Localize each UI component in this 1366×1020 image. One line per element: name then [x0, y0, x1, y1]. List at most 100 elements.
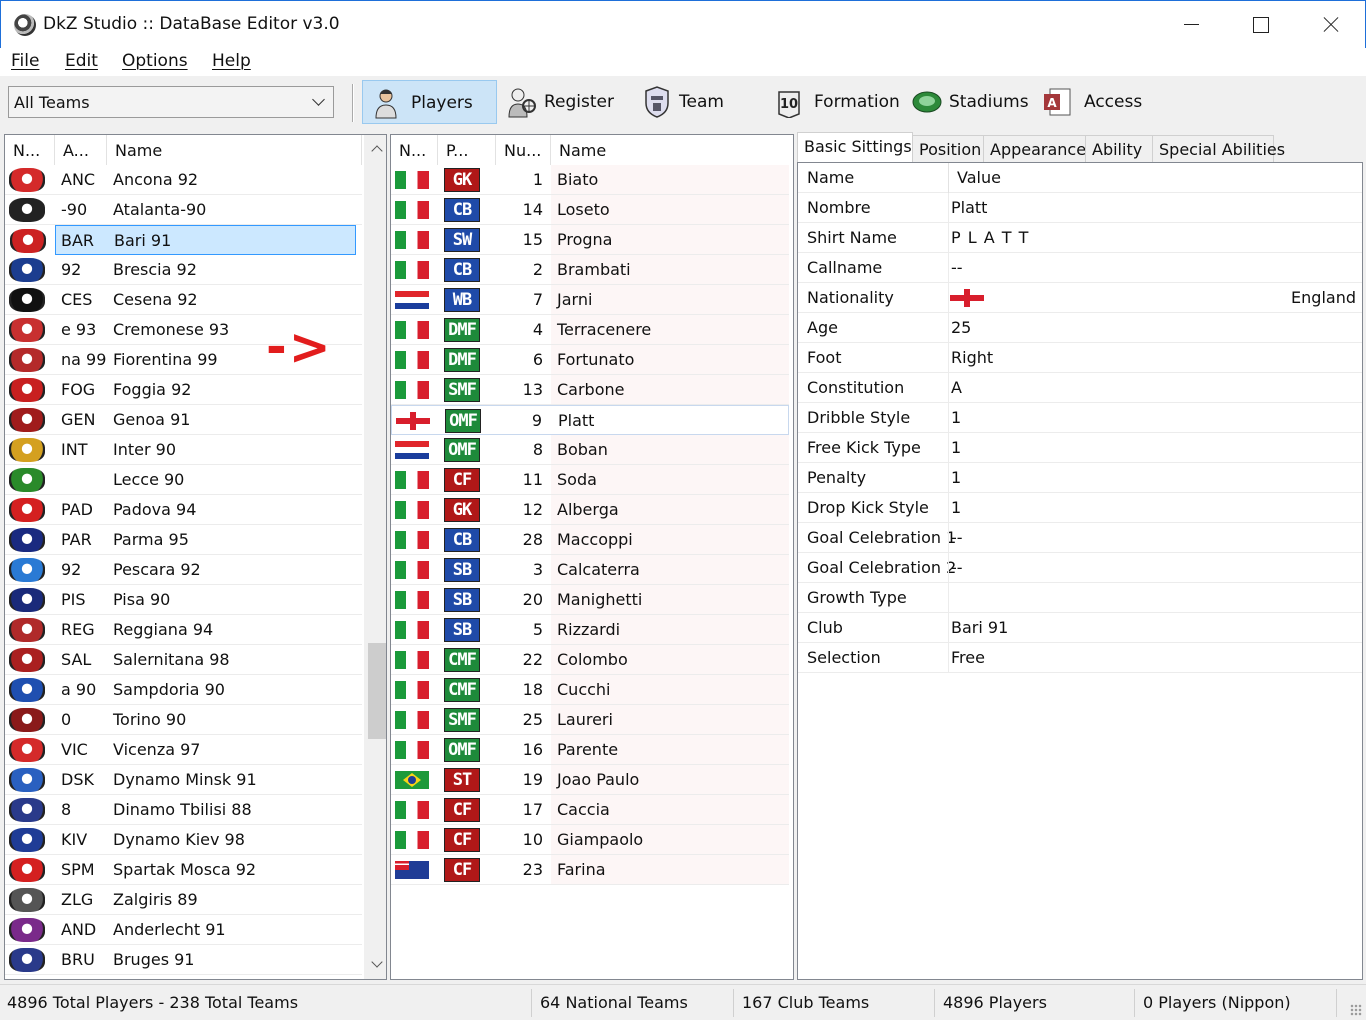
team-row[interactable]: Lecce 90	[5, 465, 362, 495]
close-button[interactable]	[1316, 11, 1346, 39]
player-row[interactable]: CB 2 Brambati	[391, 255, 789, 285]
team-row[interactable]: VIC Vicenza 97	[5, 735, 362, 765]
team-row[interactable]: GEN Genoa 91	[5, 405, 362, 435]
player-row[interactable]: CF 11 Soda	[391, 465, 789, 495]
player-row[interactable]: SB 20 Manighetti	[391, 585, 789, 615]
team-row[interactable]: ZLG Zalgiris 89	[5, 885, 362, 915]
player-row[interactable]: GK 1 Biato	[391, 165, 789, 195]
minimize-button[interactable]	[1176, 11, 1206, 39]
player-row[interactable]: ST 19 Joao Paulo	[391, 765, 789, 795]
property-row[interactable]: Shirt Name P L A T T	[798, 223, 1362, 253]
player-row[interactable]: DMF 4 Terracenere	[391, 315, 789, 345]
property-row[interactable]: Penalty 1	[798, 463, 1362, 493]
property-row[interactable]: Dribble Style 1	[798, 403, 1362, 433]
player-row[interactable]: CF 17 Caccia	[391, 795, 789, 825]
team-row[interactable]: -90 Atalanta-90	[5, 195, 362, 225]
tab-special-abilities[interactable]: Special Abilities	[1152, 135, 1285, 163]
team-row[interactable]: BRU Bruges 91	[5, 945, 362, 975]
property-row[interactable]: Free Kick Type 1	[798, 433, 1362, 463]
player-row[interactable]: CF 23 Farina	[391, 855, 789, 885]
player-row[interactable]: GK 12 Alberga	[391, 495, 789, 525]
team-row[interactable]: INT Inter 90	[5, 435, 362, 465]
property-row[interactable]: Goal Celebration 2 --	[798, 553, 1362, 583]
tab-basic-sittings[interactable]: Basic Sittings	[797, 132, 913, 164]
team-row[interactable]: CES Cesena 92	[5, 285, 362, 315]
formation-button[interactable]: 10 Formation	[766, 80, 906, 124]
player-row[interactable]: WB 7 Jarni	[391, 285, 789, 315]
player-row[interactable]: SMF 25 Laureri	[391, 705, 789, 735]
players-col-position[interactable]: P...	[438, 135, 496, 165]
property-row[interactable]: Constitution A	[798, 373, 1362, 403]
team-row[interactable]: REG Reggiana 94	[5, 615, 362, 645]
player-row[interactable]: CMF 18 Cucchi	[391, 675, 789, 705]
property-row[interactable]: Goal Celebration 1 --	[798, 523, 1362, 553]
player-row[interactable]: OMF 16 Parente	[391, 735, 789, 765]
property-row[interactable]: Nombre Platt	[798, 193, 1362, 223]
property-row[interactable]: Age 25	[798, 313, 1362, 343]
menu-help[interactable]: Help	[212, 51, 251, 71]
register-button[interactable]: Register	[498, 80, 618, 124]
menu-options[interactable]: Options	[122, 51, 188, 71]
player-row[interactable]: SB 3 Calcaterra	[391, 555, 789, 585]
team-row[interactable]: 92 Pescara 92	[5, 555, 362, 585]
player-row[interactable]: OMF 8 Boban	[391, 435, 789, 465]
player-row[interactable]: CB 14 Loseto	[391, 195, 789, 225]
team-row[interactable]: PAR Parma 95	[5, 525, 362, 555]
team-row[interactable]: FOG Foggia 92	[5, 375, 362, 405]
teams-scrollbar[interactable]	[364, 135, 386, 979]
property-row[interactable]: Foot Right	[798, 343, 1362, 373]
property-name: Callname	[807, 258, 883, 277]
team-row[interactable]: 8 Dinamo Tbilisi 88	[5, 795, 362, 825]
teams-col-name[interactable]: Name	[107, 135, 362, 165]
player-row[interactable]: SW 15 Progna	[391, 225, 789, 255]
player-row[interactable]: CMF 22 Colombo	[391, 645, 789, 675]
players-col-number[interactable]: Nu...	[496, 135, 551, 165]
team-filter-dropdown[interactable]: All Teams	[8, 86, 334, 118]
team-row[interactable]: BAR Bari 91	[10, 225, 356, 255]
players-button[interactable]: Players	[362, 80, 497, 124]
team-row[interactable]: 0 Torino 90	[5, 705, 362, 735]
property-row[interactable]: Club Bari 91	[798, 613, 1362, 643]
chevron-down-icon	[312, 93, 325, 106]
access-button[interactable]: A Access	[1034, 80, 1154, 124]
menu-edit[interactable]: Edit	[65, 51, 98, 71]
team-row[interactable]: PAD Padova 94	[5, 495, 362, 525]
teams-col-number[interactable]: N...	[5, 135, 55, 165]
player-row[interactable]: CB 28 Maccoppi	[391, 525, 789, 555]
player-row[interactable]: DMF 6 Fortunato	[391, 345, 789, 375]
team-row[interactable]: ANC Ancona 92	[5, 165, 362, 195]
maximize-button[interactable]	[1246, 11, 1276, 39]
player-row[interactable]: SB 5 Rizzardi	[391, 615, 789, 645]
scroll-up-icon[interactable]	[371, 145, 383, 157]
teams-col-abbr[interactable]: A...	[55, 135, 107, 165]
team-row[interactable]: SPM Spartak Mosca 92	[5, 855, 362, 885]
players-list: N... P... Nu... Name GK 1 Biato CB 14 Loseto S…	[390, 134, 794, 980]
team-row[interactable]: 92 Brescia 92	[5, 255, 362, 285]
property-row[interactable]: Callname --	[798, 253, 1362, 283]
scroll-thumb[interactable]	[368, 643, 386, 739]
nation-flag-icon	[395, 681, 429, 699]
stadiums-button[interactable]: Stadiums	[904, 80, 1034, 124]
player-row[interactable]: SMF 13 Carbone	[391, 375, 789, 405]
team-row[interactable]: DSK Dynamo Minsk 91	[5, 765, 362, 795]
team-row[interactable]: PIS Pisa 90	[5, 585, 362, 615]
tab-ability[interactable]: Ability	[1085, 135, 1153, 163]
team-row[interactable]: AND Anderlecht 91	[5, 915, 362, 945]
resize-grip[interactable]	[1350, 1004, 1362, 1016]
player-row[interactable]: OMF 9 Platt	[391, 405, 789, 435]
team-button[interactable]: Team	[634, 80, 744, 124]
team-row[interactable]: a 90 Sampdoria 90	[5, 675, 362, 705]
property-row[interactable]: Growth Type	[798, 583, 1362, 613]
property-row[interactable]: Drop Kick Style 1	[798, 493, 1362, 523]
team-row[interactable]: KIV Dynamo Kiev 98	[5, 825, 362, 855]
menu-file[interactable]: File	[11, 51, 39, 71]
tab-appearance[interactable]: Appearance	[983, 135, 1086, 163]
scroll-down-icon[interactable]	[371, 956, 383, 968]
property-row[interactable]: Nationality England	[798, 283, 1362, 313]
tab-position[interactable]: Position	[912, 135, 984, 163]
players-col-nation[interactable]: N...	[391, 135, 438, 165]
player-row[interactable]: CF 10 Giampaolo	[391, 825, 789, 855]
team-row[interactable]: SAL Salernitana 98	[5, 645, 362, 675]
players-col-name[interactable]: Name	[551, 135, 793, 165]
property-row[interactable]: Selection Free	[798, 643, 1362, 673]
